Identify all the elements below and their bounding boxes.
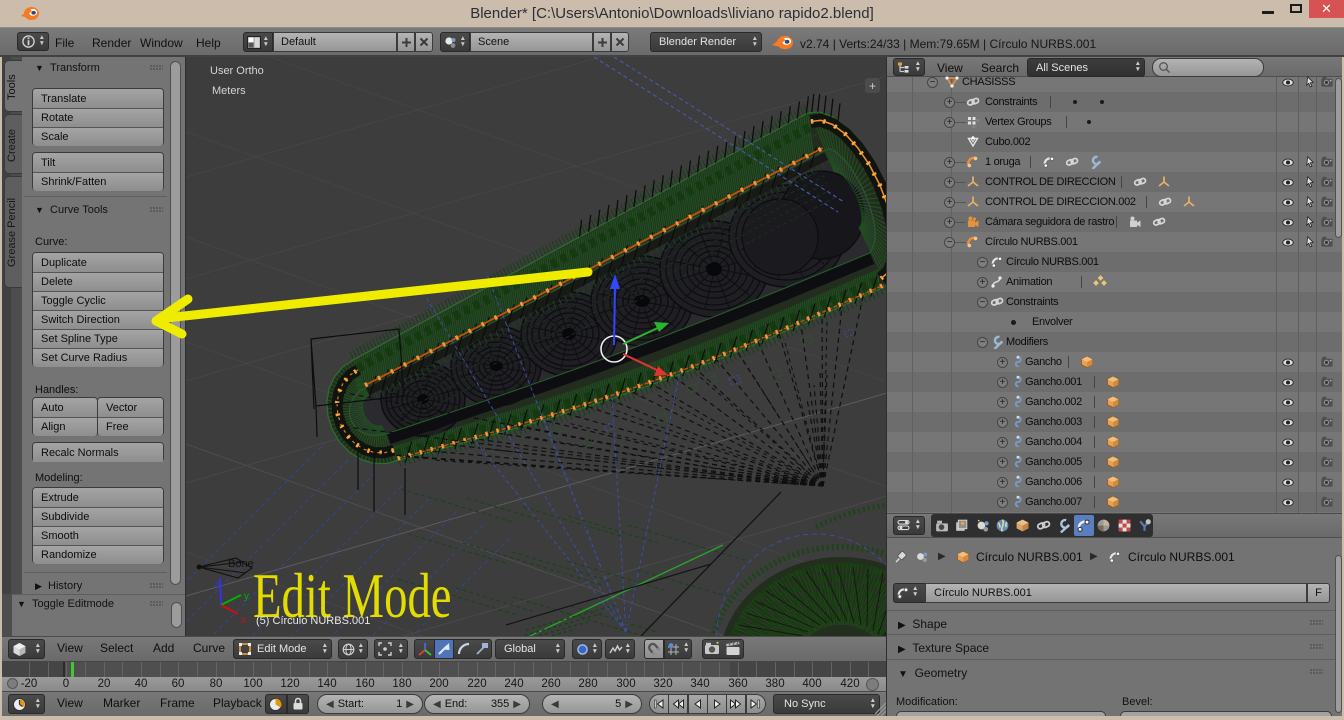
- svg-text:x: x: [241, 615, 246, 626]
- svg-text:y: y: [244, 591, 249, 602]
- svg-text:+: +: [869, 79, 876, 93]
- svg-text:z: z: [214, 579, 219, 590]
- svg-text:Bone: Bone: [228, 558, 254, 570]
